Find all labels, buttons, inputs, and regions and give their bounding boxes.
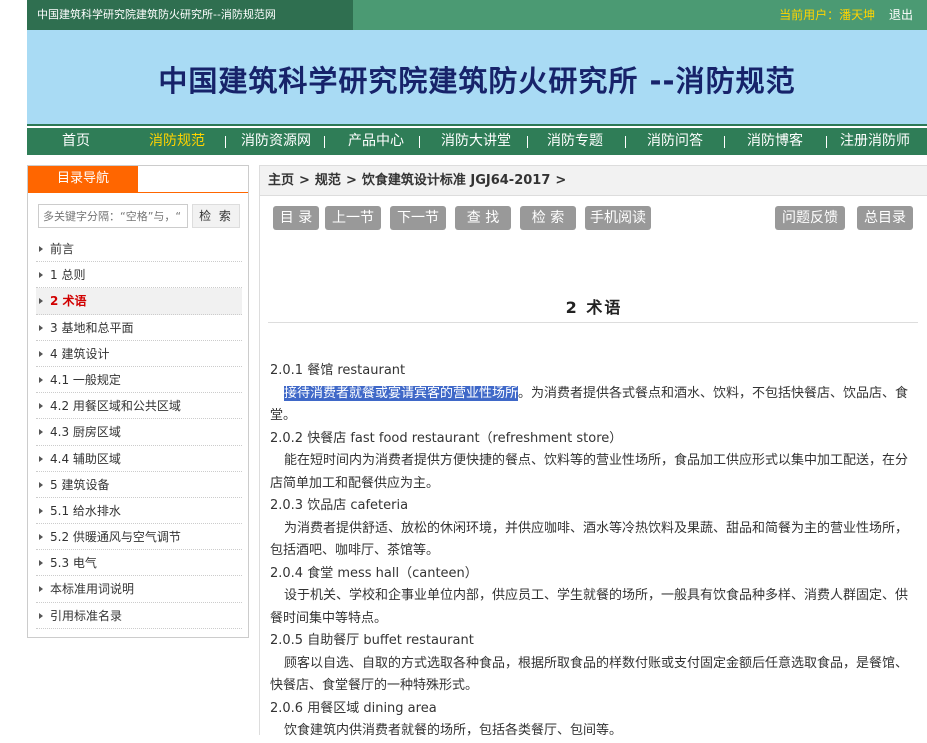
site-title: 中国建筑科学研究院建筑防火研究所--消防规范网 <box>27 0 353 30</box>
toc-item-site-plan[interactable]: 3 基地和总平面 <box>36 315 242 341</box>
toc-button[interactable]: 目 录 <box>273 206 319 230</box>
nav-products[interactable]: 产品中心 <box>348 128 404 155</box>
breadcrumb-codes[interactable]: 规范 <box>315 173 341 188</box>
banner-title: 中国建筑科学研究院建筑防火研究所 --消防规范 <box>158 64 796 98</box>
term-heading: 2.0.6 用餐区域 dining area <box>270 700 437 716</box>
breadcrumb-bar: 主页 > 规范 > 饮食建筑设计标准 JGJ64-2017 > <box>260 166 927 196</box>
section-divider <box>268 322 918 323</box>
nav-divider <box>527 136 528 148</box>
toc-list: 前言 1 总则 2 术语 3 基地和总平面 4 建筑设计 4.1 一般规定 4.… <box>36 236 242 629</box>
term-heading: 2.0.1 餐馆 restaurant <box>270 363 406 378</box>
nav-codes[interactable]: 消防规范 <box>149 128 205 155</box>
term-heading: 2.0.3 饮品店 cafeteria <box>270 498 409 513</box>
header-banner: 中国建筑科学研究院建筑防火研究所 --消防规范 <box>27 30 927 126</box>
toc-item-wording[interactable]: 本标准用词说明 <box>36 576 242 603</box>
section-title: 2 术语 <box>565 298 623 317</box>
find-button[interactable]: 查 找 <box>455 206 511 230</box>
breadcrumb-home[interactable]: 主页 <box>268 173 294 188</box>
term-heading: 2.0.2 快餐店 fast food restaurant（refreshme… <box>270 430 623 446</box>
selected-text[interactable]: 接待消费者就餐或宴请宾客的营业性场所 <box>284 385 519 401</box>
nav-divider <box>826 136 827 148</box>
main-content: 主页 > 规范 > 饮食建筑设计标准 JGJ64-2017 > 目 录 上一节 下一节 查… <box>259 165 927 738</box>
toc-item-4-3[interactable]: 4.3 厨房区域 <box>36 419 242 446</box>
term-definition: 接待消费者就餐或宴请宾客的营业性场所。为消费者提供各式餐点和酒水、饮料，不包括快… <box>270 383 918 428</box>
nav-divider <box>419 136 420 148</box>
nav-divider <box>625 136 626 148</box>
main-nav: 首页 消防规范 消防资源网 产品中心 消防大讲堂 消防专题 消防问答 消防博客 … <box>27 128 927 155</box>
term-definition: 饮食建筑内供消费者就餐的场所，包括各类餐厅、包间等。 <box>284 723 623 738</box>
breadcrumb-separator: > <box>555 173 567 188</box>
nav-home[interactable]: 首页 <box>62 128 90 155</box>
nav-divider <box>324 136 325 148</box>
toc-item-building-services[interactable]: 5 建筑设备 <box>36 472 242 498</box>
search-button[interactable]: 检 索 <box>192 204 240 228</box>
nav-lectures[interactable]: 消防大讲堂 <box>441 128 511 155</box>
search-text-button[interactable]: 检 索 <box>520 206 576 230</box>
all-toc-button[interactable]: 总目录 <box>857 206 913 230</box>
toc-item-5-3[interactable]: 5.3 电气 <box>36 550 242 577</box>
toc-item-4-4[interactable]: 4.4 辅助区域 <box>36 446 242 472</box>
term-definition: 顾客以自选、自取的方式选取各种食品，根据所取食品的样数付账或支付固定金额后任意选… <box>270 655 909 694</box>
mobile-read-button[interactable]: 手机阅读 <box>585 206 651 230</box>
toc-sidebar: 目录导航 检 索 前言 1 总则 2 术语 3 基地和总平面 4 建筑设计 4.… <box>27 165 249 638</box>
toc-item-5-1[interactable]: 5.1 给水排水 <box>36 498 242 525</box>
toc-item-5-2[interactable]: 5.2 供暖通风与空气调节 <box>36 524 242 551</box>
toc-item-4-2[interactable]: 4.2 用餐区域和公共区域 <box>36 393 242 420</box>
logout-link[interactable]: 退出 <box>889 8 913 22</box>
nav-resources[interactable]: 消防资源网 <box>241 128 311 155</box>
term-definition: 设于机关、学校和企事业单位内部，供应员工、学生就餐的场所，一般具有饮食品种多样、… <box>270 588 909 626</box>
feedback-button[interactable]: 问题反馈 <box>775 206 845 230</box>
user-area: 当前用户：潘天坤 退出 <box>779 0 913 30</box>
nav-topics[interactable]: 消防专题 <box>547 128 603 155</box>
top-bar: 中国建筑科学研究院建筑防火研究所--消防规范网 当前用户：潘天坤 退出 <box>27 0 927 30</box>
toc-item-preface[interactable]: 前言 <box>36 236 242 263</box>
toc-item-terms[interactable]: 2 术语 <box>36 288 242 315</box>
prev-section-button[interactable]: 上一节 <box>325 206 381 230</box>
tab-underline <box>28 192 248 193</box>
section-body: 2.0.1 餐馆 restaurant 接待消费者就餐或宴请宾客的营业性场所。为… <box>270 360 918 743</box>
nav-qa[interactable]: 消防问答 <box>647 128 703 155</box>
toc-item-building-design[interactable]: 4 建筑设计 <box>36 341 242 367</box>
toc-item-general[interactable]: 1 总则 <box>36 262 242 289</box>
breadcrumb-standard[interactable]: 饮食建筑设计标准 JGJ64-2017 <box>362 173 551 188</box>
term-definition: 为消费者提供舒适、放松的休闲环境，并供应咖啡、酒水等冷热饮料及果蔬、甜品和简餐为… <box>270 520 909 559</box>
breadcrumb: 主页 > 规范 > 饮食建筑设计标准 JGJ64-2017 > <box>268 166 571 196</box>
nav-divider <box>724 136 725 148</box>
nav-blog[interactable]: 消防博客 <box>747 128 803 155</box>
current-user-label[interactable]: 当前用户：潘天坤 <box>779 8 875 22</box>
next-section-button[interactable]: 下一节 <box>390 206 446 230</box>
keyword-search-input[interactable] <box>38 204 188 228</box>
nav-registered-engineer[interactable]: 注册消防师 <box>840 128 910 155</box>
toc-item-references[interactable]: 引用标准名录 <box>36 603 242 629</box>
term-heading: 2.0.4 食堂 mess hall（canteen） <box>270 565 478 581</box>
nav-divider <box>225 136 226 148</box>
toc-tab[interactable]: 目录导航 <box>28 166 138 192</box>
breadcrumb-separator: > <box>345 173 357 188</box>
breadcrumb-separator: > <box>299 173 310 188</box>
term-heading: 2.0.5 自助餐厅 buffet restaurant <box>270 633 474 648</box>
toc-item-4-1[interactable]: 4.1 一般规定 <box>36 367 242 394</box>
term-definition: 能在短时间内为消费者提供方便快捷的餐点、饮料等的营业性场所，食品加工供应形式以集… <box>270 453 909 491</box>
